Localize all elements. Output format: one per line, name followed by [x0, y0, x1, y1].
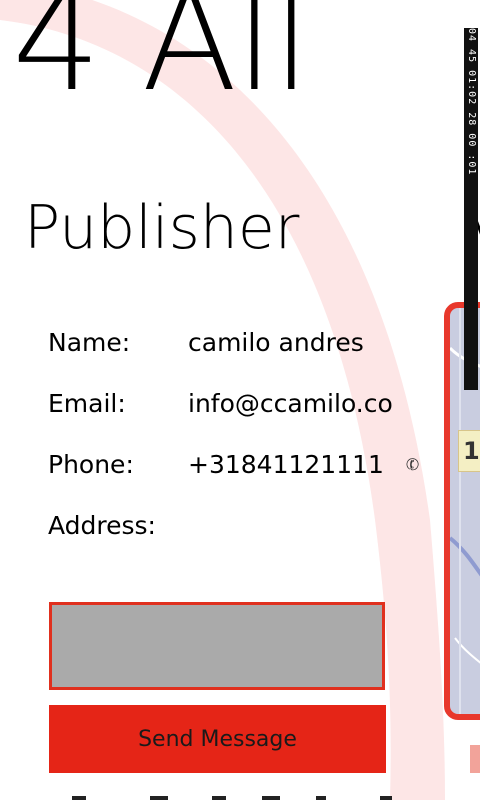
phone-icon[interactable]: ✆ — [403, 453, 422, 475]
name-row: Name: camilo andres — [48, 312, 419, 373]
app-bar-dot — [316, 796, 326, 800]
app-bar-dot — [72, 796, 86, 800]
section-title: Publisher — [24, 193, 300, 263]
app-bar-dot — [212, 796, 226, 800]
name-label: Name: — [48, 328, 131, 357]
phone-row[interactable]: Phone: +31841121111 ✆ — [48, 434, 422, 495]
phone-label: Phone: — [48, 450, 134, 479]
email-label: Email: — [48, 389, 126, 418]
address-label: Address: — [48, 511, 156, 540]
app-bar-dot — [262, 796, 280, 800]
app-bar-dot — [150, 796, 168, 800]
status-bar: 04 45 01:02 28 00 :01 — [464, 28, 478, 390]
app-title: 4 All — [12, 0, 311, 123]
accent-bar — [470, 745, 480, 773]
send-message-button[interactable]: Send Message — [49, 705, 386, 773]
address-row: Address: — [48, 495, 419, 556]
app-bar-peek[interactable] — [0, 788, 480, 800]
publisher-info: Name: camilo andres Email: info@ccamilo.… — [48, 312, 422, 556]
app-bar-dot — [380, 796, 392, 800]
phone-value[interactable]: +31841121111 — [188, 450, 384, 479]
email-value[interactable]: info@ccamilo.co — [188, 389, 393, 418]
status-bar-text: 04 45 01:02 28 00 :01 — [464, 28, 478, 390]
email-row[interactable]: Email: info@ccamilo.co — [48, 373, 419, 434]
message-input[interactable] — [49, 602, 385, 690]
map-zoom-label: 16 — [458, 430, 480, 472]
name-value: camilo andres — [188, 328, 364, 357]
